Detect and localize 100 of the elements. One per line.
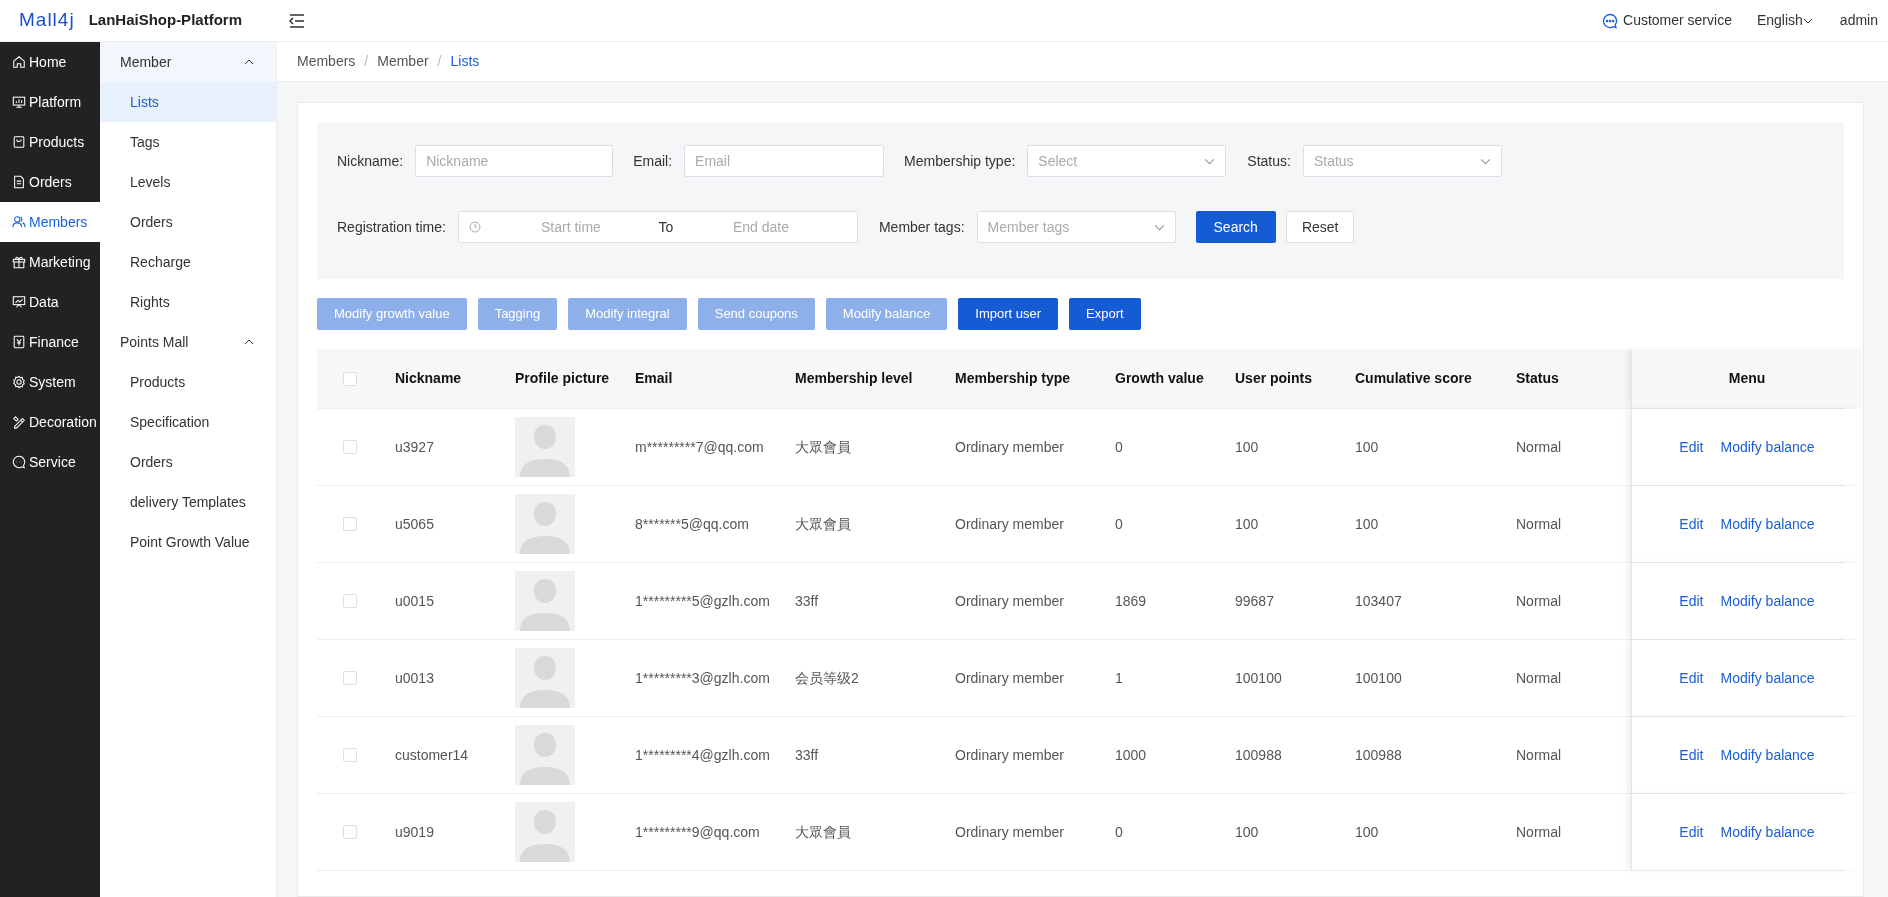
column-header: Cumulative score (1355, 370, 1472, 386)
user-menu[interactable]: admin (1839, 10, 1878, 31)
column-header: Email (635, 370, 673, 386)
submenu-group[interactable]: Points Mall (100, 322, 276, 362)
nickname-field[interactable]: Nickname (415, 145, 614, 177)
breadcrumb-separator: / (437, 52, 442, 71)
collapse-menu-icon[interactable] (287, 11, 306, 30)
logo: Mall4j (19, 8, 75, 33)
checkbox[interactable] (343, 671, 357, 685)
row-action-link[interactable]: Edit (1679, 821, 1704, 843)
row-action-link[interactable]: Modify balance (1720, 667, 1815, 689)
table-cell-text: 33ff (794, 591, 820, 611)
monitor-icon (12, 95, 26, 109)
row-action-link[interactable]: Edit (1679, 744, 1704, 766)
column-header: Profile picture (515, 370, 610, 386)
table-cell-text: 1*********4@gzlh.com (634, 745, 771, 765)
table-cell-text: 0 (1114, 822, 1124, 842)
submenu-item[interactable]: Lists (100, 82, 276, 122)
submenu-item[interactable]: Recharge (100, 242, 276, 282)
avatar-placeholder-icon (515, 725, 575, 785)
table-cell-text: Ordinary member (954, 745, 1065, 765)
table-cell-text: 100 (1234, 822, 1260, 842)
chevron-up-icon (244, 337, 254, 347)
email-field[interactable]: Email (684, 145, 885, 177)
checkbox[interactable] (343, 594, 357, 608)
row-action-link[interactable]: Edit (1679, 513, 1704, 535)
nav-item[interactable]: Finance (0, 322, 100, 362)
nav-item[interactable]: Marketing (0, 242, 100, 282)
language-dropdown[interactable]: English (1756, 10, 1803, 31)
submenu-item[interactable]: Orders (100, 442, 276, 482)
table-cell-text: 100988 (1354, 745, 1403, 765)
table-cell-text: 100100 (1354, 668, 1403, 688)
gift-icon (12, 255, 26, 269)
table-cell-text: Normal (1515, 668, 1563, 688)
table-cell-text: 1000 (1114, 745, 1148, 765)
submenu-item[interactable]: Specification (100, 402, 276, 442)
search-button[interactable]: Search (1195, 211, 1276, 243)
row-action-link[interactable]: Edit (1679, 667, 1704, 689)
checkbox[interactable] (343, 517, 357, 531)
row-action-link[interactable]: Modify balance (1720, 821, 1815, 843)
field-label: Email: (633, 151, 673, 171)
field-label: Membership type: (904, 151, 1016, 171)
submenu-item[interactable]: Point Growth Value (100, 522, 276, 562)
avatar-placeholder-icon (515, 571, 575, 631)
chart-icon (12, 295, 26, 309)
table-cell-text: u0015 (394, 591, 435, 611)
date-range-field[interactable]: Start time To End date (457, 211, 858, 243)
checkbox[interactable] (343, 748, 357, 762)
submenu-item[interactable]: Rights (100, 282, 276, 322)
nav-item[interactable]: Data (0, 282, 100, 322)
submenu-group[interactable]: Member (100, 42, 276, 82)
chat-icon[interactable] (1602, 12, 1618, 29)
nav-item[interactable]: System (0, 362, 100, 402)
submenu-item[interactable]: Levels (100, 162, 276, 202)
table-cell-text: Normal (1515, 745, 1563, 765)
nav-item[interactable]: Home (0, 42, 100, 82)
nav-item[interactable]: Decoration (0, 402, 100, 442)
action-button[interactable]: Export (1069, 298, 1141, 330)
nav-item[interactable]: Products (0, 122, 100, 162)
avatar-placeholder-icon (515, 802, 575, 862)
submenu-item[interactable]: Orders (100, 202, 276, 242)
table-cell-text: 99687 (1234, 591, 1275, 611)
column-header: Status (1516, 370, 1559, 386)
table-cell-text: Normal (1515, 591, 1563, 611)
row-action-link[interactable]: Modify balance (1720, 590, 1815, 612)
breadcrumb-item[interactable]: Member (377, 51, 429, 72)
column-header: Membership type (955, 370, 1071, 386)
table-cell-text: 100 (1234, 514, 1260, 534)
nav-item[interactable]: Orders (0, 162, 100, 202)
action-button[interactable]: Import user (958, 298, 1059, 330)
table-cell-text: m*********7@qq.com (634, 437, 765, 457)
checkbox[interactable] (343, 825, 357, 839)
nav-item[interactable]: Members (0, 202, 100, 242)
reset-button[interactable]: Reset (1285, 211, 1355, 243)
table-cell-text: Ordinary member (954, 437, 1065, 457)
checkbox[interactable] (343, 440, 357, 454)
nav-item[interactable]: Platform (0, 82, 100, 122)
table-cell-text: Normal (1515, 514, 1563, 534)
column-header: Menu (1728, 369, 1766, 388)
submenu-item[interactable]: Products (100, 362, 276, 402)
row-action-link[interactable]: Modify balance (1720, 744, 1815, 766)
table-cell-text: 0 (1114, 514, 1124, 534)
table-cell-text: 8*******5@qq.com (634, 514, 750, 534)
table-cell-text: 1*********5@gzlh.com (634, 591, 771, 611)
row-action-link[interactable]: Modify balance (1720, 513, 1815, 535)
row-action-link[interactable]: Edit (1679, 590, 1704, 612)
row-action-link[interactable]: Edit (1679, 436, 1704, 458)
checkbox[interactable] (343, 371, 357, 386)
customer-service-link[interactable]: Customer service (1623, 10, 1732, 31)
table-cell-text: 会员等级2 (794, 668, 860, 688)
table-cell-text: 1*********3@gzlh.com (634, 668, 771, 688)
column-header: Membership level (795, 370, 913, 386)
breadcrumb-item[interactable]: Members (297, 51, 356, 72)
submenu-item[interactable]: Tags (100, 122, 276, 162)
table-cell-text: 100988 (1234, 745, 1283, 765)
chat-icon (12, 455, 26, 469)
nav-item[interactable]: Service (0, 442, 100, 482)
submenu-item[interactable]: delivery Templates (100, 482, 276, 522)
breadcrumb-separator: / (364, 52, 369, 71)
row-action-link[interactable]: Modify balance (1720, 436, 1815, 458)
